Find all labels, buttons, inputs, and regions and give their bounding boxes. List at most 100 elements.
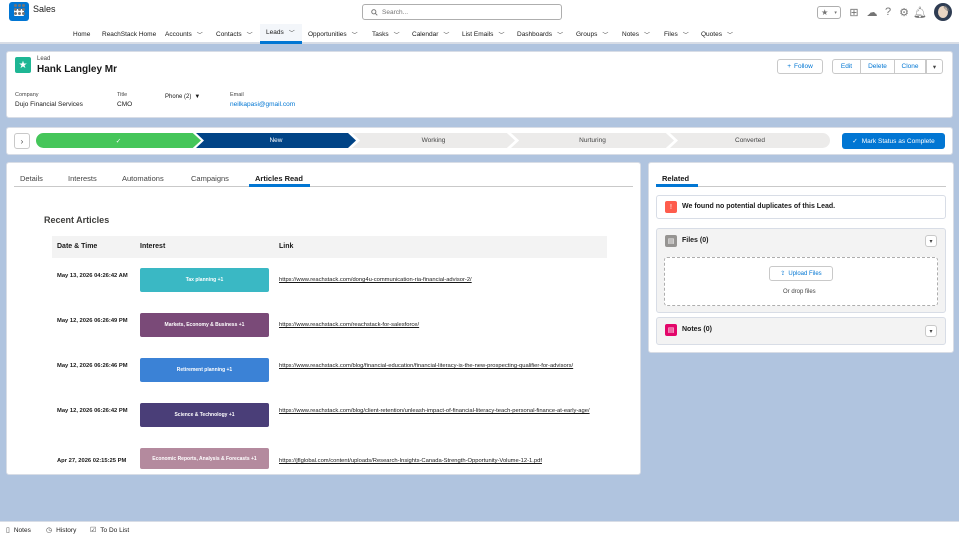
add-icon[interactable]: ⊞	[847, 5, 861, 19]
trailhead-icon[interactable]: ☁	[865, 5, 879, 19]
path-stage-new[interactable]: New	[196, 133, 356, 148]
chevron-down-icon[interactable]: ﹀	[644, 30, 650, 39]
nav-item-quotes[interactable]: Quotes ﹀	[701, 24, 733, 44]
phone-dropdown[interactable]: Phone (2) ▼	[165, 94, 200, 100]
chevron-down-icon: ▾	[929, 238, 933, 245]
utility-label: History	[56, 526, 77, 534]
nav-item-label: Groups	[576, 30, 598, 38]
note-icon: ▯	[6, 527, 10, 534]
chevron-down-icon[interactable]: ﹀	[289, 28, 295, 37]
article-link[interactable]: https://www.reachstack.com/reachstack-fo…	[279, 321, 604, 330]
interest-label: Retirement planning +1	[176, 367, 233, 373]
chevron-down-icon[interactable]: ﹀	[498, 30, 504, 39]
chevron-down-icon[interactable]: ﹀	[394, 30, 400, 39]
nav-item-contacts[interactable]: Contacts ﹀	[216, 24, 253, 44]
utility-label: To Do List	[100, 526, 130, 534]
duplicates-text: We found no potential duplicates of this…	[682, 203, 836, 210]
delete-button[interactable]: Delete	[860, 59, 895, 74]
article-link[interactable]: https://www.reachstack.com/blog/client-r…	[279, 407, 604, 416]
tab-campaigns[interactable]: Campaigns	[191, 174, 229, 183]
nav-item-calendar[interactable]: Calendar ﹀	[412, 24, 449, 44]
article-date: May 13, 2026 04:26:42 AM	[57, 273, 128, 279]
chevron-down-icon[interactable]: ﹀	[683, 30, 689, 39]
nav-item-groups[interactable]: Groups ﹀	[576, 24, 608, 44]
favorites-button[interactable]: ★ ▾	[817, 6, 841, 19]
nav-item-label: Tasks	[372, 30, 389, 38]
mark-status-complete-button[interactable]: ✓ Mark Status as Complete	[842, 133, 945, 149]
edit-nav-icon[interactable]: ✎	[943, 4, 951, 15]
path-stage-nurturing[interactable]: Nurturing	[511, 133, 674, 148]
chevron-down-icon[interactable]: ﹀	[602, 30, 608, 39]
file-dropzone[interactable]	[664, 257, 938, 306]
article-link[interactable]: https://www.reachstack.com/dong4u-commun…	[279, 276, 604, 285]
app-launcher-icon[interactable]	[14, 4, 25, 15]
interest-label: Tax planning +1	[185, 277, 224, 283]
nav-item-reachstack-home[interactable]: ReachStack Home	[102, 24, 156, 44]
company-value: Dujo Financial Services	[15, 101, 83, 108]
app-name: Sales	[33, 4, 56, 14]
path-stage-complete[interactable]: ✓	[36, 133, 201, 148]
nav-item-home[interactable]: Home	[73, 24, 90, 44]
nav-item-label: Notes	[622, 30, 639, 38]
notes-title[interactable]: Notes (0)	[682, 326, 712, 333]
object-label: Lead	[37, 56, 51, 62]
tab-interests[interactable]: Interests	[68, 174, 97, 183]
column-header-link: Link	[279, 243, 294, 250]
nav-item-label: Home	[73, 30, 91, 38]
tab-automations[interactable]: Automations	[122, 174, 164, 183]
note-icon: ▤	[665, 324, 677, 336]
files-menu-button[interactable]: ▾	[925, 235, 937, 247]
chevron-down-icon[interactable]: ﹀	[443, 30, 449, 39]
chevron-down-icon[interactable]: ﹀	[557, 30, 563, 39]
utility-history[interactable]: ◷ History	[46, 526, 77, 535]
interest-badge: Markets, Economy & Business +1	[140, 313, 269, 337]
article-link[interactable]: https://www.reachstack.com/blog/financia…	[279, 362, 604, 371]
interest-badge: Tax planning +1	[140, 268, 269, 292]
chevron-down-icon[interactable]: ﹀	[727, 30, 733, 39]
active-tab-indicator	[656, 184, 698, 187]
global-search-input[interactable]: Search...	[362, 4, 562, 20]
chevron-down-icon[interactable]: ﹀	[352, 30, 358, 39]
utility-notes[interactable]: ▯ Notes	[6, 526, 31, 535]
nav-item-files[interactable]: Files ﹀	[664, 24, 689, 44]
upload-icon: ⇪	[780, 271, 786, 277]
clone-label: Clone	[901, 63, 919, 70]
files-title[interactable]: Files (0)	[682, 237, 708, 244]
tab-details[interactable]: Details	[20, 174, 43, 183]
interest-badge: Science & Technology +1	[140, 403, 269, 427]
star-icon: ★	[821, 8, 829, 17]
nav-item-notes[interactable]: Notes ﹀	[622, 24, 650, 44]
nav-item-label: List Emails	[462, 30, 494, 38]
plus-icon: +	[787, 63, 791, 70]
path-stage-converted[interactable]: Converted	[670, 133, 830, 148]
nav-item-list-emails[interactable]: List Emails ﹀	[462, 24, 504, 44]
nav-item-tasks[interactable]: Tasks ﹀	[372, 24, 400, 44]
nav-item-leads[interactable]: Leads ﹀	[260, 24, 302, 44]
more-actions-button[interactable]: ▾	[926, 59, 943, 74]
email-label: Email	[230, 92, 244, 98]
gear-icon[interactable]: ⚙	[897, 5, 911, 19]
tab-articles-read[interactable]: Articles Read	[255, 174, 303, 183]
upload-files-button[interactable]: ⇪ Upload Files	[769, 266, 833, 281]
warning-icon: !	[665, 201, 677, 213]
bell-icon[interactable]: 🔔︎	[913, 5, 927, 19]
nav-item-accounts[interactable]: Accounts ﹀	[165, 24, 203, 44]
nav-item-dashboards[interactable]: Dashboards ﹀	[517, 24, 563, 44]
chevron-down-icon[interactable]: ﹀	[197, 30, 203, 39]
article-link[interactable]: https://jflglobal.com/content/uploads/Re…	[279, 457, 604, 466]
edit-button[interactable]: Edit	[832, 59, 861, 74]
clock-icon: ◷	[46, 527, 53, 534]
upload-label: Upload Files	[788, 270, 822, 277]
follow-button[interactable]: + Follow	[777, 59, 823, 74]
clone-button[interactable]: Clone	[894, 59, 926, 74]
path-toggle-button[interactable]: ›	[14, 133, 30, 149]
notes-menu-button[interactable]: ▾	[925, 325, 937, 337]
utility-todo-list[interactable]: ☑ To Do List	[90, 526, 130, 535]
nav-item-opportunities[interactable]: Opportunities ﹀	[308, 24, 358, 44]
help-icon[interactable]: ?	[881, 5, 895, 19]
article-date: May 12, 2026 06:26:46 PM	[57, 363, 128, 369]
path-stage-working[interactable]: Working	[352, 133, 515, 148]
tab-related[interactable]: Related	[662, 174, 689, 183]
email-link[interactable]: neilkapasi@gmail.com	[230, 101, 295, 108]
chevron-down-icon[interactable]: ﹀	[247, 30, 253, 39]
